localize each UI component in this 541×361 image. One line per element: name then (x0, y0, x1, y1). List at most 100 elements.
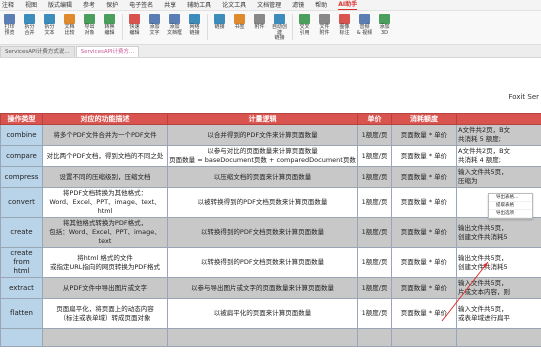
popup-menu-item[interactable]: 导出选项 (489, 210, 532, 218)
menu-bar: 注释 视图 版式编辑 参考 保护 电子签名 共享 辅助工具 论文工具 文档管理 滤镜 帮助 AI助手 (0, 0, 541, 11)
ribbon-button-label: 拆分 合并 (24, 24, 35, 36)
ribbon-button[interactable]: 附件 (250, 14, 269, 31)
table-row: convert 将PDF文档转换为其他格式： Word、Excel、PPT、ima… (0, 187, 541, 218)
ribbon-button[interactable]: 自动创建 链接 (270, 14, 289, 42)
example-cell: A文件共2页，B文 共消耗 5 额度; (456, 124, 541, 146)
consumption-cell: 页面数量 * 单价 (391, 124, 457, 146)
link-icon (214, 14, 225, 24)
metering-logic-cell: 以压缩文档的页面来计算页面数量 (167, 166, 358, 188)
operation-type-cell: convert (0, 187, 43, 218)
consumption-cell: 页面数量 * 单价 (391, 187, 457, 218)
popup-menu-item[interactable]: 导出表格... (489, 194, 532, 202)
bookmark-icon (234, 14, 245, 24)
ribbon-toolbar: 打印 预览 拆分 合并 拆分 文本 文档 比较 导出 对象 转换 编辑 快速 编辑 添加 文字… (0, 11, 541, 45)
menu-item[interactable]: 辅助工具 (187, 0, 211, 11)
export-icon (84, 14, 95, 24)
ribbon-button[interactable]: 快速 编辑 (125, 14, 144, 36)
unit-price-cell: 1额度/页 (357, 166, 392, 188)
operation-type-cell (0, 328, 43, 347)
metering-logic-cell: 以参与对比的页面数量来计算页面数量 页面数量 = baseDocument页数 … (167, 145, 358, 167)
ribbon-button-label: 文档 比较 (64, 24, 75, 36)
document-tab[interactable]: ServicesAPI计费方式说... (0, 46, 75, 57)
menu-item[interactable]: 保护 (106, 0, 118, 11)
split-merge-icon (24, 14, 35, 24)
menu-item[interactable]: 视图 (25, 0, 37, 11)
consumption-cell: 页面数量 * 单价 (391, 166, 457, 188)
example-cell (456, 328, 541, 347)
unit-price-cell: 1额度/页 (357, 187, 392, 218)
metering-logic-cell: 以转换得到的PDF文档页数来计算页面数量 (167, 247, 358, 278)
ribbon-button[interactable]: 交叉 引用 (295, 14, 314, 36)
auto-link-icon (274, 14, 285, 24)
metering-logic-cell: 以参与导出图片或文字的页面数量来计算页面数量 (167, 277, 358, 299)
document-page: Foxit Ser 操作类型 对应的功能描述 计量逻辑 单价 消耗额度 comb… (0, 58, 541, 361)
convert-icon (104, 14, 115, 24)
document-tab-strip: ServicesAPI计费方式说... ServicesAPI计费方... (0, 45, 541, 58)
unit-price-cell: 1额度/页 (357, 277, 392, 299)
menu-item[interactable]: 参考 (83, 0, 95, 11)
ribbon-button[interactable]: 转换 编辑 (100, 14, 119, 36)
ribbon-button-label: 交叉 引用 (299, 24, 310, 36)
unit-price-cell: 1额度/页 (357, 217, 392, 248)
ribbon-button[interactable]: 文档 比较 (60, 14, 79, 36)
web-link-icon (189, 14, 200, 24)
ribbon-button-label: 图像 标注 (339, 24, 350, 36)
table-row: combine 将多个PDF文件合并为一个PDF文件 以合并得到的PDF文件来计算页… (0, 124, 541, 146)
ribbon-button[interactable]: 文件 附件 (315, 14, 334, 36)
operation-type-cell: compress (0, 166, 43, 188)
menu-item[interactable]: 电子签名 (129, 0, 153, 11)
ribbon-button[interactable]: 网络 链接 (185, 14, 204, 36)
ribbon-button-label: 快速 编辑 (129, 24, 140, 36)
header-metering-logic: 计量逻辑 (167, 113, 358, 125)
description-cell: 对比两个PDF文档，得到文档的不同之处 (42, 145, 168, 167)
document-tab-active[interactable]: ServicesAPI计费方... (75, 46, 140, 57)
ribbon-button[interactable]: 链接 (210, 14, 229, 31)
unit-price-cell: 1额度/页 (357, 298, 392, 329)
split-text-icon (44, 14, 55, 24)
ribbon-button[interactable]: 添加 3D (375, 14, 394, 36)
ribbon-button[interactable]: 书签 (230, 14, 249, 31)
table-row: create 将其他格式转换为PDF格式， 包括：Word、Excel、PPT、i… (0, 217, 541, 248)
operation-type-cell: create from html (0, 247, 43, 278)
3d-icon (379, 14, 390, 24)
quick-edit-icon (129, 14, 140, 24)
ribbon-button[interactable]: 添加 文字 (145, 14, 164, 36)
menu-item[interactable]: 共享 (164, 0, 176, 11)
ribbon-button-label: 音频 & 视频 (356, 24, 373, 36)
page-header-text: Foxit Ser (508, 93, 539, 101)
operation-type-cell: extract (0, 277, 43, 299)
example-cell: 输出文件共5页， 创建文件共消耗5 (456, 217, 541, 248)
ribbon-button[interactable]: 拆分 文本 (40, 14, 59, 36)
menu-item[interactable]: AI助手 (338, 0, 358, 10)
ribbon-button[interactable]: 打印 预览 (0, 14, 19, 36)
popup-menu-item[interactable]: 提取表格 (489, 202, 532, 210)
ribbon-button[interactable]: 添加 文档框 (165, 14, 184, 36)
ribbon-separator (292, 14, 293, 40)
menu-item[interactable]: 滤镜 (292, 0, 304, 11)
annotation-arrow (441, 261, 489, 322)
description-cell: 从PDF文件中导出图片或文字 (42, 277, 168, 299)
ribbon-button-label: 拆分 文本 (44, 24, 55, 36)
table-row: compress 设置不同的压缩级别，压缩文档 以压缩文档的页面来计算页面数量 1额度… (0, 166, 541, 188)
ribbon-button-label: 添加 文档框 (166, 24, 182, 36)
compare-icon (64, 14, 75, 24)
menu-item[interactable]: 论文工具 (222, 0, 246, 11)
menu-item[interactable]: 注释 (2, 0, 14, 11)
ribbon-button[interactable]: 拆分 合并 (20, 14, 39, 36)
operation-type-cell: create (0, 217, 43, 248)
ribbon-button[interactable]: 导出 对象 (80, 14, 99, 36)
menu-item[interactable]: 文档管理 (257, 0, 281, 11)
ribbon-button-label: 添加 文字 (149, 24, 160, 36)
print-icon (4, 14, 15, 24)
metering-logic-cell: 以被扁平化的页面来计算页面数量 (167, 298, 358, 329)
ribbon-separator (207, 14, 208, 40)
consumption-cell: 页面数量 * 单价 (391, 217, 457, 248)
ribbon-button[interactable]: 音频 & 视频 (355, 14, 374, 36)
description-cell: 将PDF文档转换为其他格式： Word、Excel、PPT、image、text… (42, 187, 168, 218)
menu-item[interactable]: 帮助 (315, 0, 327, 11)
metering-logic-cell: 以转换得到的PDF文档页数来计算页面数量 (167, 217, 358, 248)
ribbon-button[interactable]: 图像 标注 (335, 14, 354, 36)
header-consumption: 消耗额度 (391, 113, 457, 125)
file-attachment-icon (319, 14, 330, 24)
menu-item[interactable]: 版式编辑 (48, 0, 72, 11)
